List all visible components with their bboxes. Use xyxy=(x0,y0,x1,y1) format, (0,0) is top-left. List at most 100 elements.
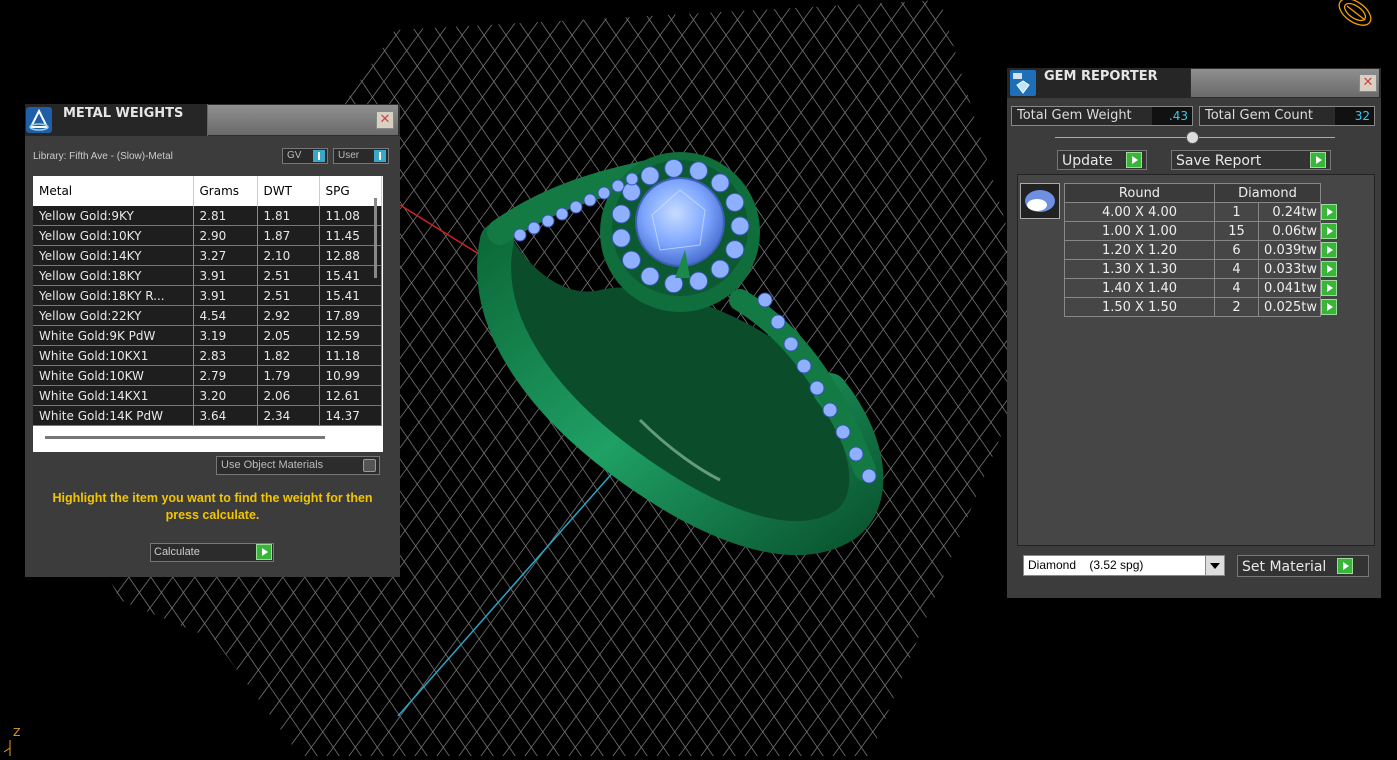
horizontal-scrollbar[interactable] xyxy=(45,436,325,439)
gem-cell: 1.20 X 1.20 xyxy=(1064,240,1215,260)
table-cell: 12.88 xyxy=(319,245,382,266)
gem-row[interactable]: 1.00 X 1.00 15 0.06tw xyxy=(1064,221,1341,241)
chevron-down-icon[interactable] xyxy=(1205,556,1224,575)
metal-table[interactable]: Metal Grams DWT SPG Yellow Gold:9KY 2.81 1.81… xyxy=(33,176,383,452)
column-header[interactable]: Grams xyxy=(193,176,258,206)
gem-list[interactable]: Round Diamond 4.00 X 4.00 1 0.24tw 1.00 X 1… xyxy=(1017,174,1375,546)
table-cell: White Gold:10KX1 xyxy=(33,345,194,366)
gem-cell: 1.00 X 1.00 xyxy=(1064,221,1215,241)
gem-reporter-title: GEM REPORTER xyxy=(1044,69,1158,84)
center-stone xyxy=(635,177,725,267)
table-row[interactable]: White Gold:9K PdW 3.19 2.05 12.59 xyxy=(33,325,382,346)
gem-row[interactable]: 4.00 X 4.00 1 0.24tw xyxy=(1064,202,1341,222)
table-cell: 2.90 xyxy=(193,225,258,246)
table-row[interactable]: Yellow Gold:14KY 3.27 2.10 12.88 xyxy=(33,245,382,266)
gem-cell: 0.039tw xyxy=(1258,240,1321,260)
save-report-play-icon[interactable] xyxy=(1310,152,1326,168)
update-play-icon[interactable] xyxy=(1126,152,1142,168)
table-row[interactable]: Yellow Gold:10KY 2.90 1.87 11.45 xyxy=(33,225,382,246)
table-cell: Yellow Gold:10KY xyxy=(33,225,194,246)
titlebar-drag-area[interactable] xyxy=(208,105,398,135)
material-header: Diamond xyxy=(1214,183,1321,203)
table-cell: Yellow Gold:18KY xyxy=(33,265,194,286)
save-report-button[interactable]: Save Report xyxy=(1171,150,1331,170)
metal-weights-title: METAL WEIGHTS xyxy=(63,106,184,121)
table-row[interactable]: Yellow Gold:18KY 3.91 2.51 15.41 xyxy=(33,265,382,286)
table-cell: 17.89 xyxy=(319,305,382,326)
metal-weights-icon xyxy=(26,107,52,133)
column-header[interactable]: DWT xyxy=(257,176,320,206)
table-cell: Yellow Gold:18KY R... xyxy=(33,285,194,306)
table-cell: 3.20 xyxy=(193,385,258,406)
table-row[interactable]: White Gold:14KX1 3.20 2.06 12.61 xyxy=(33,385,382,406)
metal-weights-titlebar[interactable]: METAL WEIGHTS ✕ xyxy=(25,104,400,136)
gem-cell: 0.025tw xyxy=(1258,297,1321,317)
table-row[interactable]: Yellow Gold:18KY R... 3.91 2.51 15.41 xyxy=(33,285,382,306)
gem-reporter-titlebar[interactable]: GEM REPORTER ✕ xyxy=(1007,68,1381,98)
gem-cell: 0.24tw xyxy=(1258,202,1321,222)
set-material-play-icon[interactable] xyxy=(1337,558,1353,574)
gem-cell: 4.00 X 4.00 xyxy=(1064,202,1215,222)
table-row[interactable]: White Gold:14K PdW 3.64 2.34 14.37 xyxy=(33,405,382,426)
table-row[interactable]: White Gold:10KX1 2.83 1.82 11.18 xyxy=(33,345,382,366)
close-icon[interactable]: ✕ xyxy=(376,111,394,129)
gem-cell: 4 xyxy=(1214,259,1259,279)
metal-weights-panel: METAL WEIGHTS ✕ Library: Fifth Ave - (Sl… xyxy=(25,104,400,577)
table-cell: 2.92 xyxy=(257,305,320,326)
ring-model xyxy=(477,152,884,555)
play-icon[interactable] xyxy=(1321,242,1337,258)
gv-toggle[interactable]: GV xyxy=(282,148,328,164)
gem-cell: 6 xyxy=(1214,240,1259,260)
gem-row[interactable]: 1.20 X 1.20 6 0.039tw xyxy=(1064,240,1341,260)
table-cell: 11.08 xyxy=(319,206,382,226)
gem-cell: 1.40 X 1.40 xyxy=(1064,278,1215,298)
play-icon[interactable] xyxy=(1321,223,1337,239)
calculate-button[interactable] xyxy=(256,544,272,560)
table-cell: 2.81 xyxy=(193,206,258,226)
gem-cell: 4 xyxy=(1214,278,1259,298)
save-report-label: Save Report xyxy=(1176,153,1262,169)
play-icon[interactable] xyxy=(1321,280,1337,296)
table-cell: 2.34 xyxy=(257,405,320,426)
gem-row[interactable]: 1.30 X 1.30 4 0.033tw xyxy=(1064,259,1341,279)
gem-row[interactable]: 1.40 X 1.40 4 0.041tw xyxy=(1064,278,1341,298)
table-cell: 12.59 xyxy=(319,325,382,346)
close-icon[interactable]: ✕ xyxy=(1359,74,1377,92)
table-cell: 15.41 xyxy=(319,285,382,306)
column-header[interactable]: SPG xyxy=(319,176,382,206)
table-cell: White Gold:14KX1 xyxy=(33,385,194,406)
library-label: Library: Fifth Ave - (Slow)-Metal xyxy=(33,151,173,162)
use-object-materials-checkbox[interactable]: Use Object Materials xyxy=(216,456,380,475)
column-header[interactable]: Metal xyxy=(33,176,194,206)
table-cell: Yellow Gold:14KY xyxy=(33,245,194,266)
gv-toggle-label: GV xyxy=(287,150,302,161)
gem-cell: 1.50 X 1.50 xyxy=(1064,297,1215,317)
gem-cell: 1 xyxy=(1214,202,1259,222)
slider-handle[interactable] xyxy=(1186,131,1199,144)
play-icon[interactable] xyxy=(1321,204,1337,220)
total-gem-weight-value: .43 xyxy=(1152,107,1192,125)
table-cell: 3.19 xyxy=(193,325,258,346)
table-cell: 3.91 xyxy=(193,285,258,306)
gem-table: Round Diamond 4.00 X 4.00 1 0.24tw 1.00 X 1… xyxy=(1064,183,1341,317)
table-cell: 1.87 xyxy=(257,225,320,246)
radio-icon[interactable] xyxy=(363,459,376,472)
play-icon[interactable] xyxy=(1321,299,1337,315)
material-select[interactable]: Diamond (3.52 spg) xyxy=(1023,555,1225,576)
table-row[interactable]: Yellow Gold:22KY 4.54 2.92 17.89 xyxy=(33,305,382,326)
titlebar-drag-area[interactable] xyxy=(1191,69,1379,97)
table-cell: 2.05 xyxy=(257,325,320,346)
table-row[interactable]: Yellow Gold:9KY 2.81 1.81 11.08 xyxy=(33,206,382,226)
table-cell: 2.79 xyxy=(193,365,258,386)
play-icon[interactable] xyxy=(1321,261,1337,277)
table-cell: White Gold:9K PdW xyxy=(33,325,194,346)
toggle-knob-icon xyxy=(313,150,325,162)
gem-shape-icon[interactable] xyxy=(1020,183,1060,219)
gem-row[interactable]: 1.50 X 1.50 2 0.025tw xyxy=(1064,297,1341,317)
gizmo-icon xyxy=(1338,0,1372,26)
vertical-scrollbar[interactable] xyxy=(374,198,377,278)
table-cell: 2.06 xyxy=(257,385,320,406)
axis-z-label: Z xyxy=(13,726,21,739)
user-toggle[interactable]: User xyxy=(333,148,389,164)
table-row[interactable]: White Gold:10KW 2.79 1.79 10.99 xyxy=(33,365,382,386)
